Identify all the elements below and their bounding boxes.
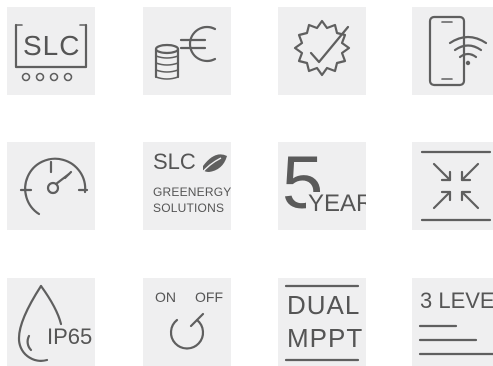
- tile-mobile-wifi: [412, 7, 493, 95]
- mppt-label: MPPT: [287, 323, 364, 353]
- tile-slc-device: SLC: [7, 7, 95, 95]
- dual-label: DUAL: [287, 290, 361, 320]
- tile-greenergy: SLC GREENERGY SOLUTIONS: [143, 142, 231, 230]
- greenergy-line3: SOLUTIONS: [153, 201, 225, 215]
- tile-cost-saving: [143, 7, 231, 95]
- tile-performance: [7, 142, 95, 230]
- power-icon: [169, 312, 205, 350]
- water-drop-icon: [17, 284, 63, 362]
- tile-dual-mppt: DUAL MPPT: [278, 278, 366, 366]
- warranty-label: YEARS: [306, 192, 366, 216]
- tile-ip-rating: IP65: [7, 278, 95, 366]
- leaf-icon: [203, 154, 227, 172]
- level-bars-icon: [418, 324, 493, 356]
- greenergy-line2: GREENERGY: [153, 185, 231, 199]
- smartphone-wifi-icon: [428, 15, 488, 87]
- tile-three-level: 3 LEVEL: [412, 278, 493, 366]
- slc-device-label: SLC: [23, 30, 81, 61]
- coins-euro-icon: [154, 25, 217, 80]
- greenergy-slc: SLC: [153, 149, 196, 174]
- speedometer-icon: [19, 157, 89, 216]
- ip-rating-label: IP65: [47, 324, 93, 349]
- tile-on-off: ON OFF: [143, 278, 231, 366]
- tile-compact: [412, 142, 493, 230]
- gear-check-icon: [293, 19, 351, 77]
- arrows-inward-icon: [420, 150, 492, 222]
- tile-settings-check: [278, 7, 366, 95]
- tile-warranty: 5 YEARS: [278, 142, 366, 230]
